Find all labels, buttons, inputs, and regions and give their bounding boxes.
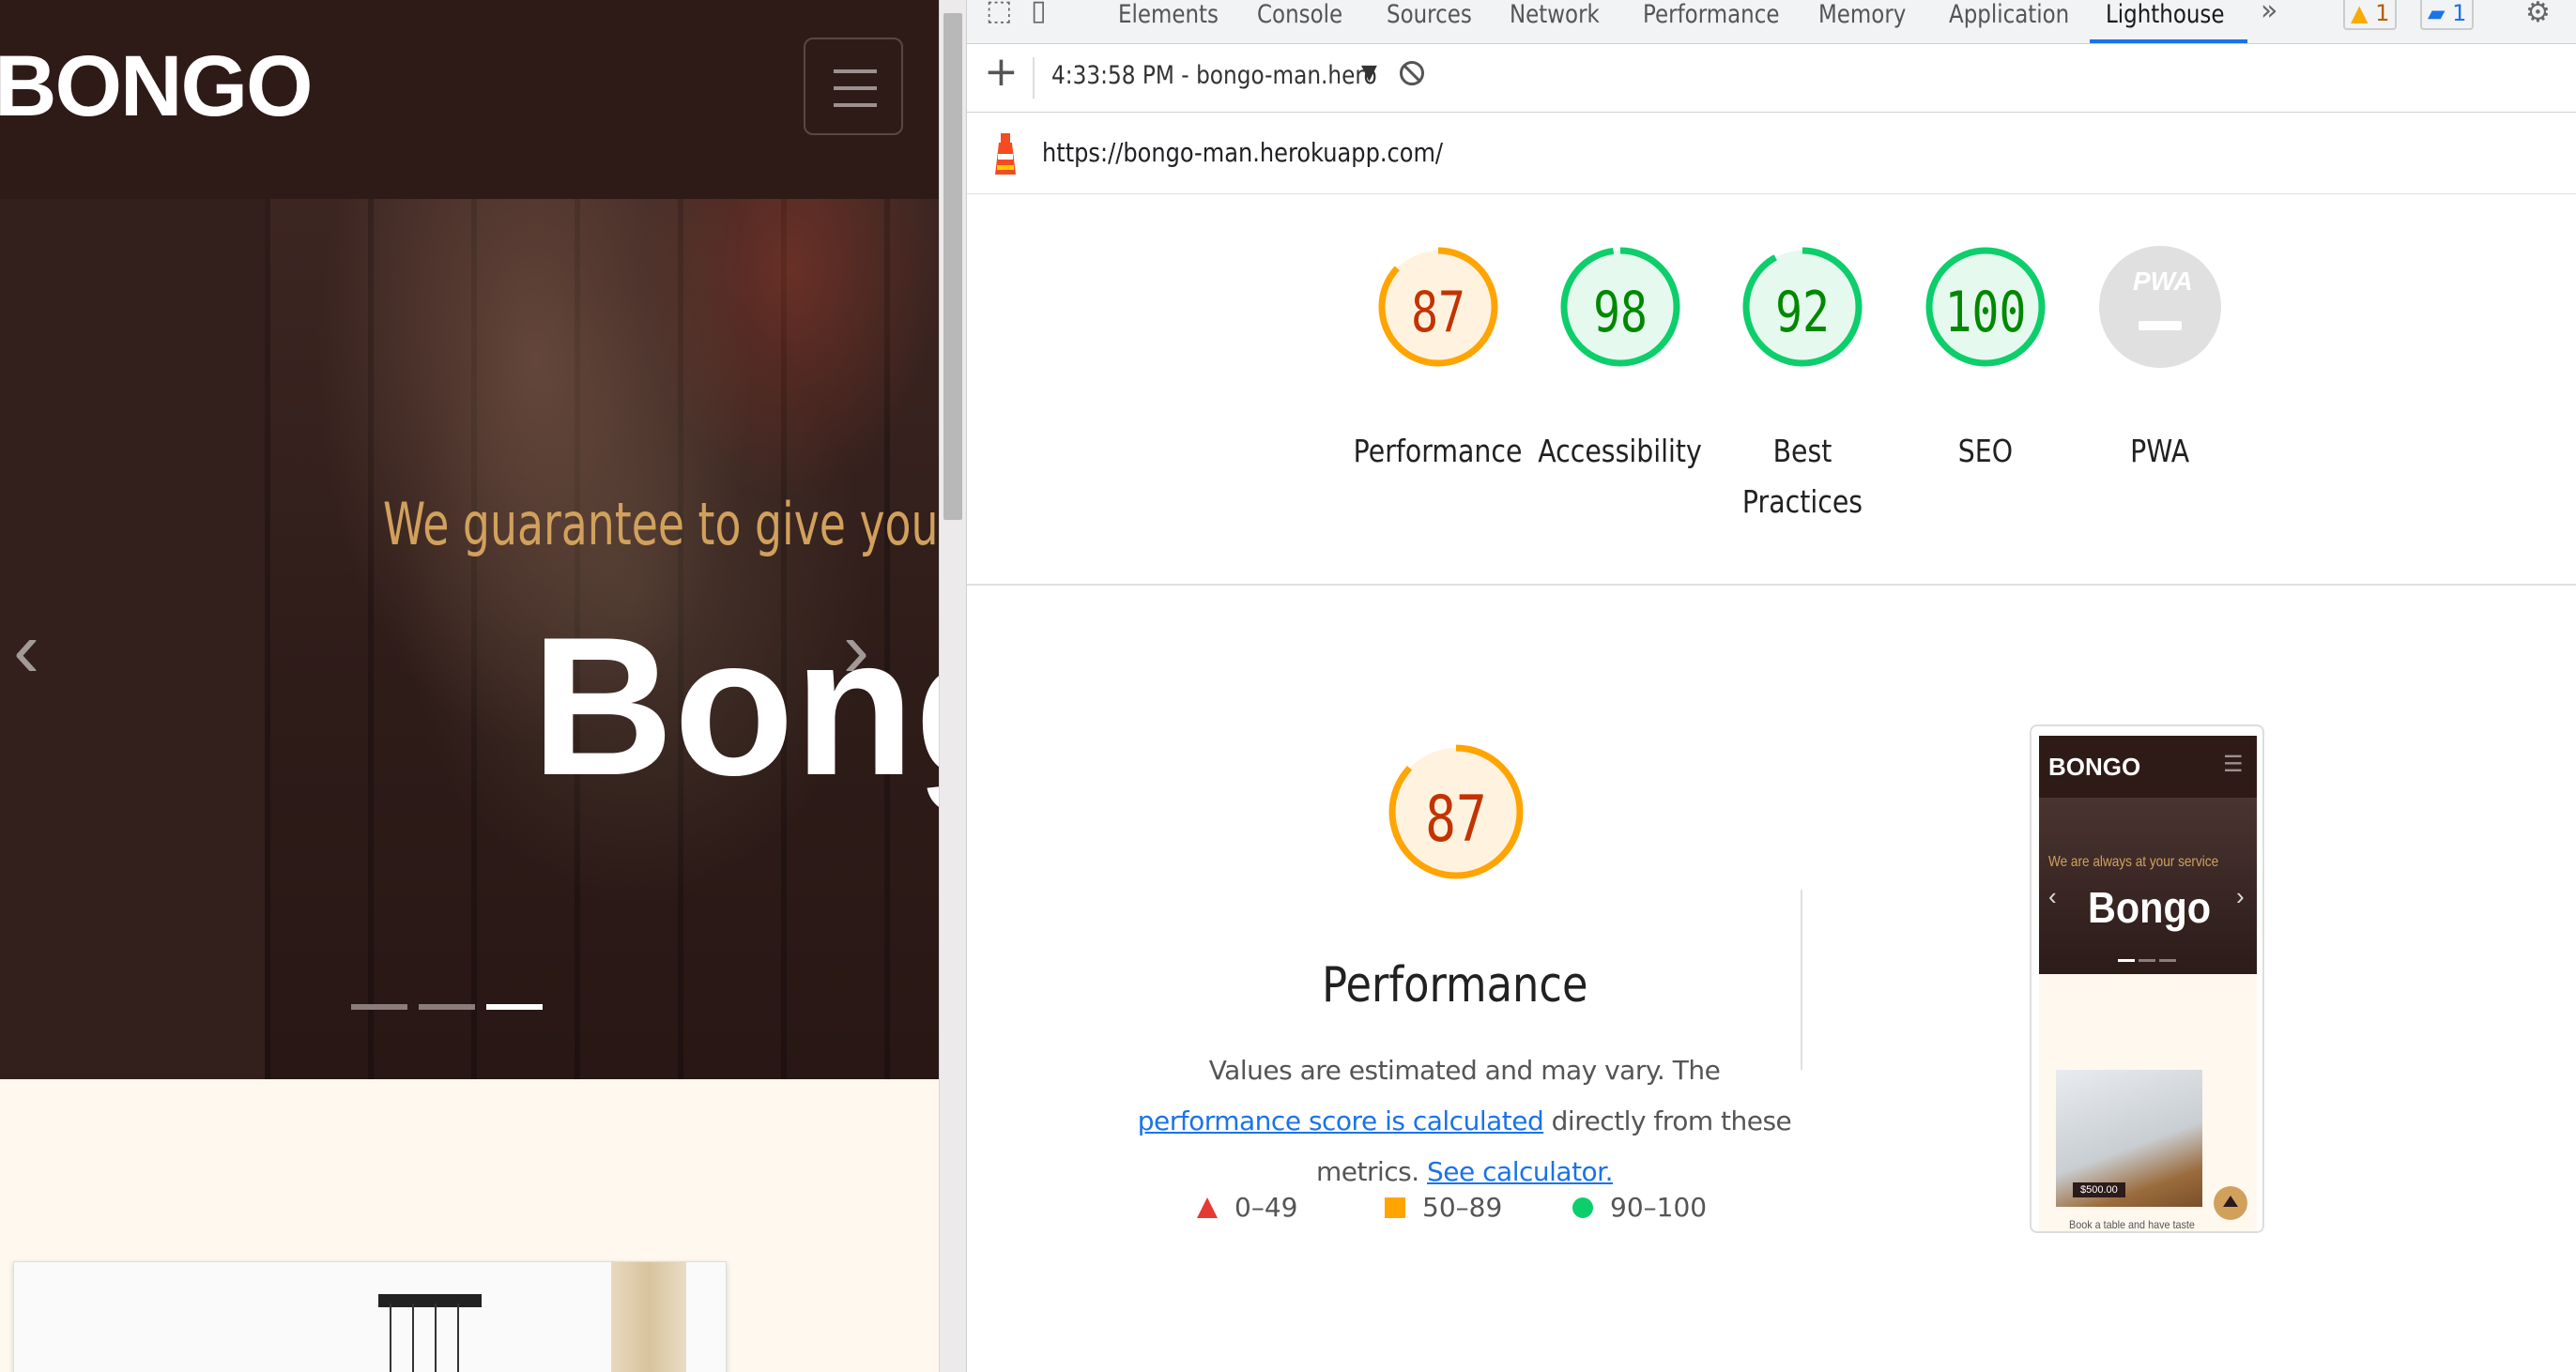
tab-console[interactable]: Console <box>1257 0 1342 29</box>
gauge-performance[interactable]: 87 Performance <box>1354 246 1523 469</box>
toolbar-separator <box>1033 57 1035 99</box>
site-preview: BONGO We guarantee to give you Bongo ‹ › <box>0 0 939 1372</box>
description-text: Values are estimated and may vary. The <box>1208 1055 1721 1086</box>
average-square-icon <box>1385 1197 1405 1218</box>
fail-triangle-icon <box>1197 1197 1218 1218</box>
lighthouse-url-bar: https://bongo-man.herokuapp.com/ <box>967 113 2576 194</box>
hamburger-menu-button[interactable] <box>804 38 903 135</box>
section-divider <box>967 584 2576 586</box>
tab-lighthouse[interactable]: Lighthouse <box>2106 0 2224 29</box>
gauge-score: 98 <box>1593 280 1648 345</box>
pwa-badge-text: PWA <box>2133 267 2193 296</box>
scrollbar-thumb[interactable] <box>943 13 962 520</box>
hamburger-bar <box>834 86 877 90</box>
tab-elements[interactable]: Elements <box>1118 0 1219 29</box>
gauge-label: Best Practices <box>1741 433 1863 520</box>
hero-tagline: We guarantee to give you <box>383 490 939 558</box>
device-toolbar-icon[interactable]: ▯ <box>1031 0 1047 27</box>
scroll-top-icon <box>2214 1186 2247 1220</box>
tab-sources[interactable]: Sources <box>1387 0 1472 29</box>
thumbnail-hero: We are always at your service Bongo ‹ › <box>2039 798 2257 974</box>
warnings-badge[interactable]: ▲ 1 <box>2343 0 2398 30</box>
tab-application[interactable]: Application <box>1949 0 2069 29</box>
gauge-score: 92 <box>1775 280 1830 345</box>
final-screenshot-thumbnail[interactable]: BONGO ☰ We are always at your service Bo… <box>2030 724 2264 1233</box>
carousel-indicator[interactable] <box>351 1004 407 1010</box>
warning-icon: ▲ <box>2351 0 2369 26</box>
hero-carousel: We guarantee to give you Bongo ‹ › <box>0 199 939 1079</box>
performance-score-link[interactable]: performance score is calculated <box>1138 1105 1544 1136</box>
scrollbar[interactable] <box>939 0 967 1372</box>
devtools-tabbar: ⬚ ▯ Elements Console Sources Network Per… <box>967 0 2576 44</box>
thumbnail-caption: Book a table and have taste <box>2069 1218 2195 1231</box>
thumbnail-logo: BONGO <box>2048 753 2141 781</box>
inspect-element-icon[interactable]: ⬚ <box>986 0 1012 27</box>
thumbnail-prev-icon: ‹ <box>2048 882 2057 910</box>
hamburger-bar <box>834 69 877 73</box>
gauge-score: 100 <box>1944 280 2027 345</box>
site-logo[interactable]: BONGO <box>0 38 314 136</box>
settings-gear-icon[interactable]: ⚙ <box>2525 0 2551 29</box>
thumbnail-title: Bongo <box>2088 883 2212 932</box>
pass-circle-icon <box>1572 1197 1593 1218</box>
carousel-indicator-active[interactable] <box>486 1004 543 1010</box>
lighthouse-toolbar: + 4:33:58 PM - bongo-man.hero ▼ <box>967 44 2576 113</box>
lamp-wire <box>435 1303 437 1372</box>
pwa-dash-icon <box>2139 321 2182 330</box>
thumbnail-next-icon: › <box>2236 882 2245 910</box>
gauge-score: 87 <box>1411 280 1465 345</box>
performance-description: Values are estimated and may vary. The p… <box>1127 1045 1802 1197</box>
performance-detail-score: 87 <box>1425 783 1487 857</box>
warnings-count: 1 <box>2375 0 2390 26</box>
carousel-next-icon[interactable]: › <box>843 604 869 695</box>
lighthouse-logo-icon <box>995 133 1016 175</box>
messages-count: 1 <box>2452 0 2467 26</box>
tab-memory[interactable]: Memory <box>1818 0 1906 29</box>
see-calculator-link[interactable]: See calculator. <box>1427 1156 1614 1187</box>
thumbnail-navbar: BONGO ☰ <box>2039 736 2257 798</box>
performance-section-title: Performance <box>1322 957 1588 1014</box>
lamp-wire <box>390 1303 391 1372</box>
active-tab-indicator <box>2090 39 2247 43</box>
audited-url[interactable]: https://bongo-man.herokuapp.com/ <box>1042 137 1443 168</box>
lamp-wire <box>412 1303 414 1372</box>
gauge-seo[interactable]: 100 SEO <box>1924 246 2047 469</box>
message-icon: ▰ <box>2428 0 2446 26</box>
thumbnail-menu-icon: ☰ <box>2223 752 2244 777</box>
gauge-best-practices[interactable]: 92 Best Practices <box>1741 246 1863 520</box>
thumbnail-indicator <box>2159 959 2176 962</box>
new-report-plus-icon[interactable]: + <box>984 48 1019 96</box>
pwa-badge-circle <box>2099 246 2221 368</box>
site-navbar: BONGO <box>0 0 939 199</box>
pwa-gauge[interactable]: PWA PWA <box>2099 246 2221 469</box>
pendant-lamp <box>378 1294 482 1307</box>
gauge-label: Performance <box>1354 433 1523 469</box>
thumbnail-page: BONGO ☰ We are always at your service Bo… <box>2039 736 2257 1231</box>
thumbnail-indicator <box>2118 959 2135 962</box>
thumbnail-price-tag: $500.00 <box>2073 1182 2125 1197</box>
vertical-divider <box>1801 890 1802 1070</box>
gauge-label-pwa: PWA <box>2130 433 2190 469</box>
performance-detail-gauge: 87 <box>1386 741 1526 929</box>
messages-badge[interactable]: ▰ 1 <box>2420 0 2475 30</box>
carousel-indicator[interactable] <box>419 1004 475 1010</box>
devtools-panel: ⬚ ▯ Elements Console Sources Network Per… <box>966 0 2576 1372</box>
report-selector[interactable]: 4:33:58 PM - bongo-man.hero <box>1051 61 1377 90</box>
hamburger-bar <box>834 103 877 107</box>
gauge-label: Accessibility <box>1538 433 1703 469</box>
more-tabs-icon[interactable]: » <box>2261 0 2277 27</box>
thumbnail-tagline: We are always at your service <box>2048 854 2219 870</box>
score-legend: 0–49 50–89 90–100 <box>1197 1192 1760 1229</box>
hero-title: Bongo <box>531 596 939 816</box>
curtain <box>611 1262 686 1372</box>
lamp-wire <box>457 1303 459 1372</box>
tab-network[interactable]: Network <box>1510 0 1600 29</box>
gauge-accessibility[interactable]: 98 Accessibility <box>1539 246 1702 469</box>
dropdown-caret-icon[interactable]: ▼ <box>1361 61 1377 84</box>
clear-reports-icon[interactable] <box>1400 61 1424 85</box>
room-card-image[interactable] <box>13 1261 727 1372</box>
thumbnail-indicator <box>2139 959 2155 962</box>
tab-performance[interactable]: Performance <box>1643 0 1779 29</box>
carousel-prev-icon[interactable]: ‹ <box>13 604 39 695</box>
